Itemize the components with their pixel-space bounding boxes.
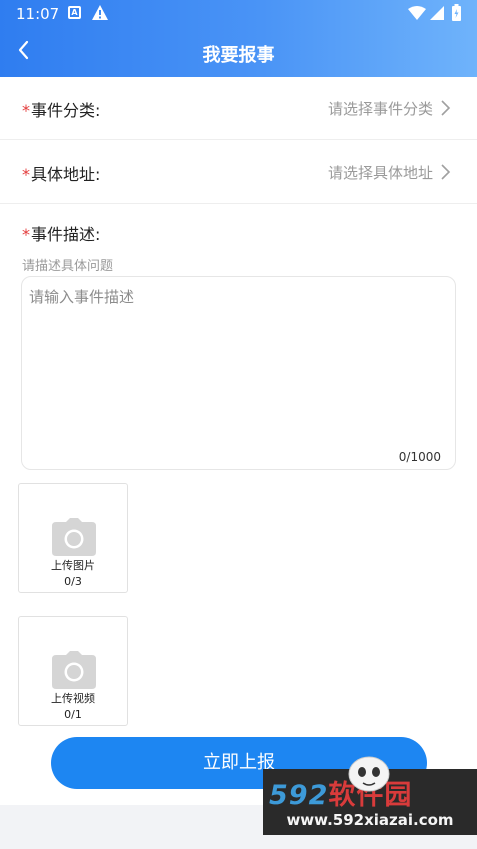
upload-image-label: 上传图片: [51, 559, 95, 572]
description-label: *事件描述:: [22, 221, 100, 245]
watermark-url: www.592xiazai.com: [286, 811, 454, 829]
address-select[interactable]: *具体地址: 请选择具体地址: [0, 141, 477, 204]
status-bar: 11:07 A: [0, 0, 477, 28]
watermark-digits: 592: [269, 780, 329, 811]
category-placeholder: 请选择事件分类: [327, 100, 433, 118]
upload-image-button[interactable]: 上传图片 0/3: [18, 483, 128, 593]
upload-video-count: 0/1: [64, 708, 82, 721]
description-placeholder: 请输入事件描述: [29, 288, 135, 306]
report-form: *事件分类: 请选择事件分类 *具体地址: 请选择具体地址 *事件描述: 请描述…: [0, 77, 477, 805]
description-label-text: 事件描述:: [31, 225, 101, 244]
status-time: 11:07: [16, 5, 60, 23]
category-label: *事件分类:: [22, 97, 100, 121]
upload-video-button[interactable]: 上传视频 0/1: [18, 616, 128, 726]
battery-icon: [452, 4, 461, 21]
description-hint: 请描述具体问题: [22, 259, 114, 274]
required-mark: *: [22, 101, 30, 120]
upload-image-count: 0/3: [64, 575, 82, 588]
chevron-right-icon: [441, 164, 451, 180]
a-badge-icon: A: [68, 6, 81, 19]
wifi-icon: [408, 6, 426, 20]
address-label-text: 具体地址:: [31, 165, 101, 184]
app-header: 11:07 A 我要报事: [0, 0, 477, 77]
page-title: 我要报事: [202, 45, 275, 66]
chevron-right-icon: [441, 100, 451, 116]
character-counter: 0/1000: [398, 450, 441, 464]
address-label: *具体地址:: [22, 161, 100, 185]
category-label-text: 事件分类:: [31, 101, 101, 120]
category-select[interactable]: *事件分类: 请选择事件分类: [0, 77, 477, 140]
required-mark: *: [22, 225, 30, 244]
required-mark: *: [22, 165, 30, 184]
warning-icon: [92, 5, 108, 20]
camera-icon: [52, 518, 96, 556]
signal-icon: [430, 6, 444, 20]
mascot-icon: [348, 756, 390, 792]
address-placeholder: 请选择具体地址: [327, 164, 433, 182]
description-textarea[interactable]: 请输入事件描述 0/1000: [21, 276, 456, 470]
camera-icon: [52, 651, 96, 689]
upload-video-label: 上传视频: [51, 692, 95, 705]
